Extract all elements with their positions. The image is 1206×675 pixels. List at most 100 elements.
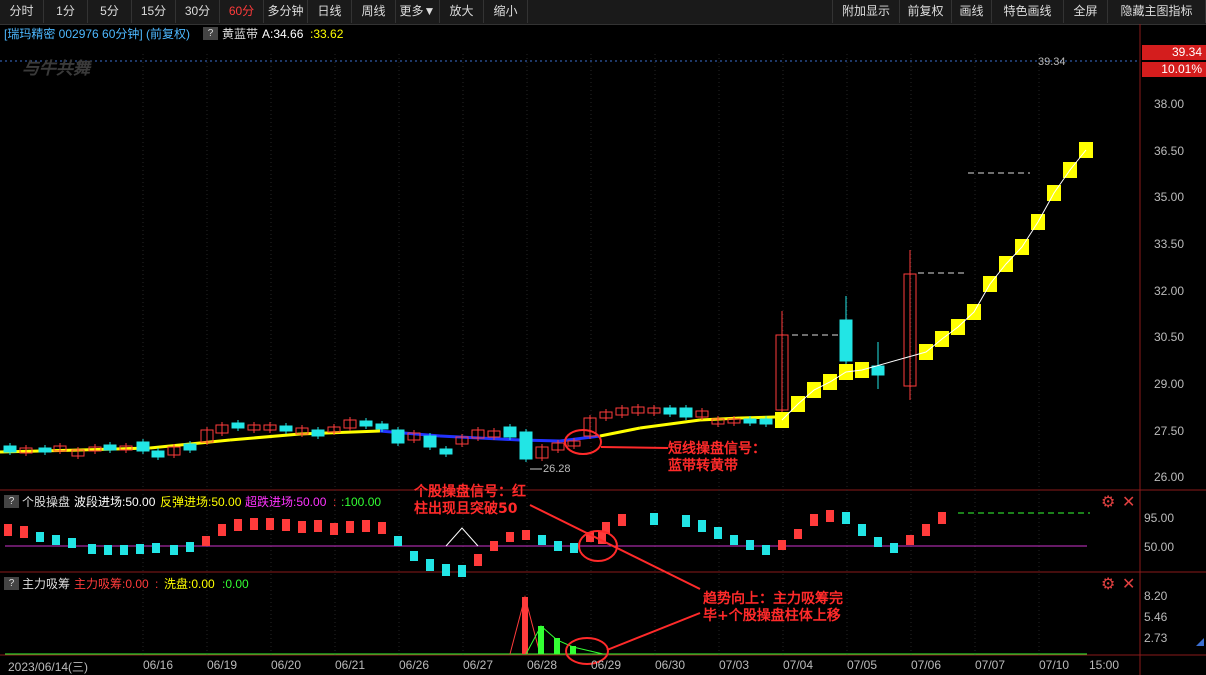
date-label: 15:00 xyxy=(1089,658,1120,672)
forward-adjust-button[interactable]: 前复权 xyxy=(900,0,952,23)
price-tick: 30.50 xyxy=(1154,330,1185,344)
panel1-bar xyxy=(410,551,418,561)
panel1-title: 个股操盘 xyxy=(22,495,71,509)
panel2-tick: 2.73 xyxy=(1144,631,1168,645)
panel2-tick: 5.46 xyxy=(1144,610,1168,624)
annotation-panel-signal: 个股操盘信号：红 柱出现且突破50 xyxy=(414,484,526,517)
tab-multi-min[interactable]: 多分钟 xyxy=(264,0,308,23)
candle-body xyxy=(391,429,405,444)
panel2-tick: 8.20 xyxy=(1144,589,1168,603)
panel1-bar xyxy=(554,541,562,551)
panel1-bar xyxy=(474,554,482,566)
panel1-bar xyxy=(394,536,402,546)
candle-body xyxy=(279,425,293,432)
panel1-bar xyxy=(842,512,850,524)
panel1-bar xyxy=(120,545,128,555)
panel1-bar xyxy=(234,519,242,531)
fullscreen-button[interactable]: 全屏 xyxy=(1064,0,1108,23)
indicator-a-value: A:34.66 xyxy=(262,27,304,41)
extra-display-button[interactable]: 附加显示 xyxy=(832,0,900,23)
tab-30min[interactable]: 30分 xyxy=(176,0,220,23)
panel1-bar xyxy=(218,524,226,536)
panel1-bar xyxy=(152,543,160,553)
tab-15min[interactable]: 15分 xyxy=(132,0,176,23)
candle-body xyxy=(679,407,693,418)
annotation-arrow xyxy=(606,612,701,651)
date-label: 06/28 xyxy=(527,658,558,672)
zoom-in-button[interactable]: 放大 xyxy=(440,0,484,23)
price-tick: 32.00 xyxy=(1154,284,1185,298)
indicator-help-button[interactable]: ? xyxy=(203,27,218,40)
band-line xyxy=(739,415,776,420)
price-tick: 35.00 xyxy=(1154,190,1185,204)
gear-icon[interactable]: ⚙ xyxy=(1101,577,1115,593)
panel1-bar xyxy=(890,543,898,553)
panel1-bar xyxy=(938,512,946,524)
tab-5min[interactable]: 5分 xyxy=(88,0,132,23)
panel2-item: : xyxy=(155,577,159,591)
panel1-bar xyxy=(778,540,786,550)
panel1-bar xyxy=(266,518,274,530)
candle-body xyxy=(136,441,150,452)
panel1-bar xyxy=(282,519,290,531)
panel1-bar xyxy=(362,520,370,532)
tab-daily[interactable]: 日线 xyxy=(308,0,352,23)
price-tick: 36.50 xyxy=(1154,144,1185,158)
tab-1min[interactable]: 1分 xyxy=(44,0,88,23)
panel1-tick: 50.00 xyxy=(1144,540,1175,554)
panel1-bar xyxy=(906,535,914,545)
more-dropdown[interactable]: 更多▼ xyxy=(396,0,440,23)
draw-line-button[interactable]: 画线 xyxy=(952,0,992,23)
highlight-ellipse xyxy=(564,429,602,455)
panel1-bar xyxy=(874,537,882,547)
date-label: 07/10 xyxy=(1039,658,1070,672)
close-icon[interactable]: ✕ xyxy=(1122,495,1135,511)
date-label: 07/04 xyxy=(783,658,814,672)
candle-body xyxy=(759,418,773,425)
candle-body xyxy=(151,450,165,458)
gear-icon[interactable]: ⚙ xyxy=(1101,495,1115,511)
panel1-item: 反弹进场:50.00 xyxy=(160,495,242,509)
candle-body xyxy=(231,422,245,429)
panel1-bar xyxy=(250,518,258,530)
candle-body xyxy=(375,423,389,430)
annotation-trend: 趋势向上：主力吸筹完 毕+个股操盘柱体上移 xyxy=(703,591,843,624)
candle-body xyxy=(3,445,17,453)
panel1-bar xyxy=(136,544,144,554)
hide-main-indicator-button[interactable]: 隐藏主图指标 xyxy=(1108,0,1206,23)
price-tick: 38.00 xyxy=(1154,97,1185,111)
low-price-marker: 26.28 xyxy=(543,463,571,475)
panel1-bar xyxy=(104,545,112,555)
tab-weekly[interactable]: 周线 xyxy=(352,0,396,23)
watermark-logo: 与牛共舞 xyxy=(22,59,90,78)
tab-fenshi[interactable]: 分时 xyxy=(0,0,44,23)
panel1-bar xyxy=(330,523,338,535)
panel1-bar xyxy=(858,524,866,536)
panel1-bar xyxy=(682,515,690,527)
panel1-bar xyxy=(68,538,76,548)
panel1-tick: 95.00 xyxy=(1144,511,1175,525)
band-line xyxy=(229,432,301,442)
candle-body xyxy=(519,431,533,460)
date-label: 06/19 xyxy=(207,658,238,672)
special-draw-button[interactable]: 特色画线 xyxy=(992,0,1064,23)
zoom-out-button[interactable]: 缩小 xyxy=(484,0,528,23)
panel1-item: :100.00 xyxy=(341,495,382,509)
tab-60min[interactable]: 60分 xyxy=(220,0,264,23)
panel1-bar xyxy=(346,521,354,533)
panel1-bar xyxy=(538,535,546,545)
candle-body xyxy=(663,407,677,415)
annotation-short-signal: 短线操盘信号： 蓝带转黄带 xyxy=(668,441,766,474)
close-icon[interactable]: ✕ xyxy=(1122,577,1135,593)
panel1-bar xyxy=(298,521,306,533)
panel1-marker xyxy=(445,527,479,547)
candle-body xyxy=(439,448,453,455)
panel1-bar xyxy=(426,559,434,571)
panel1-bar xyxy=(618,514,626,526)
panel1-help-button[interactable]: ? xyxy=(4,495,19,508)
resize-corner-icon xyxy=(1196,638,1204,646)
panel1-bar xyxy=(698,520,706,532)
panel1-bar xyxy=(522,530,530,540)
date-label: 07/07 xyxy=(975,658,1006,672)
panel2-help-button[interactable]: ? xyxy=(4,577,19,590)
